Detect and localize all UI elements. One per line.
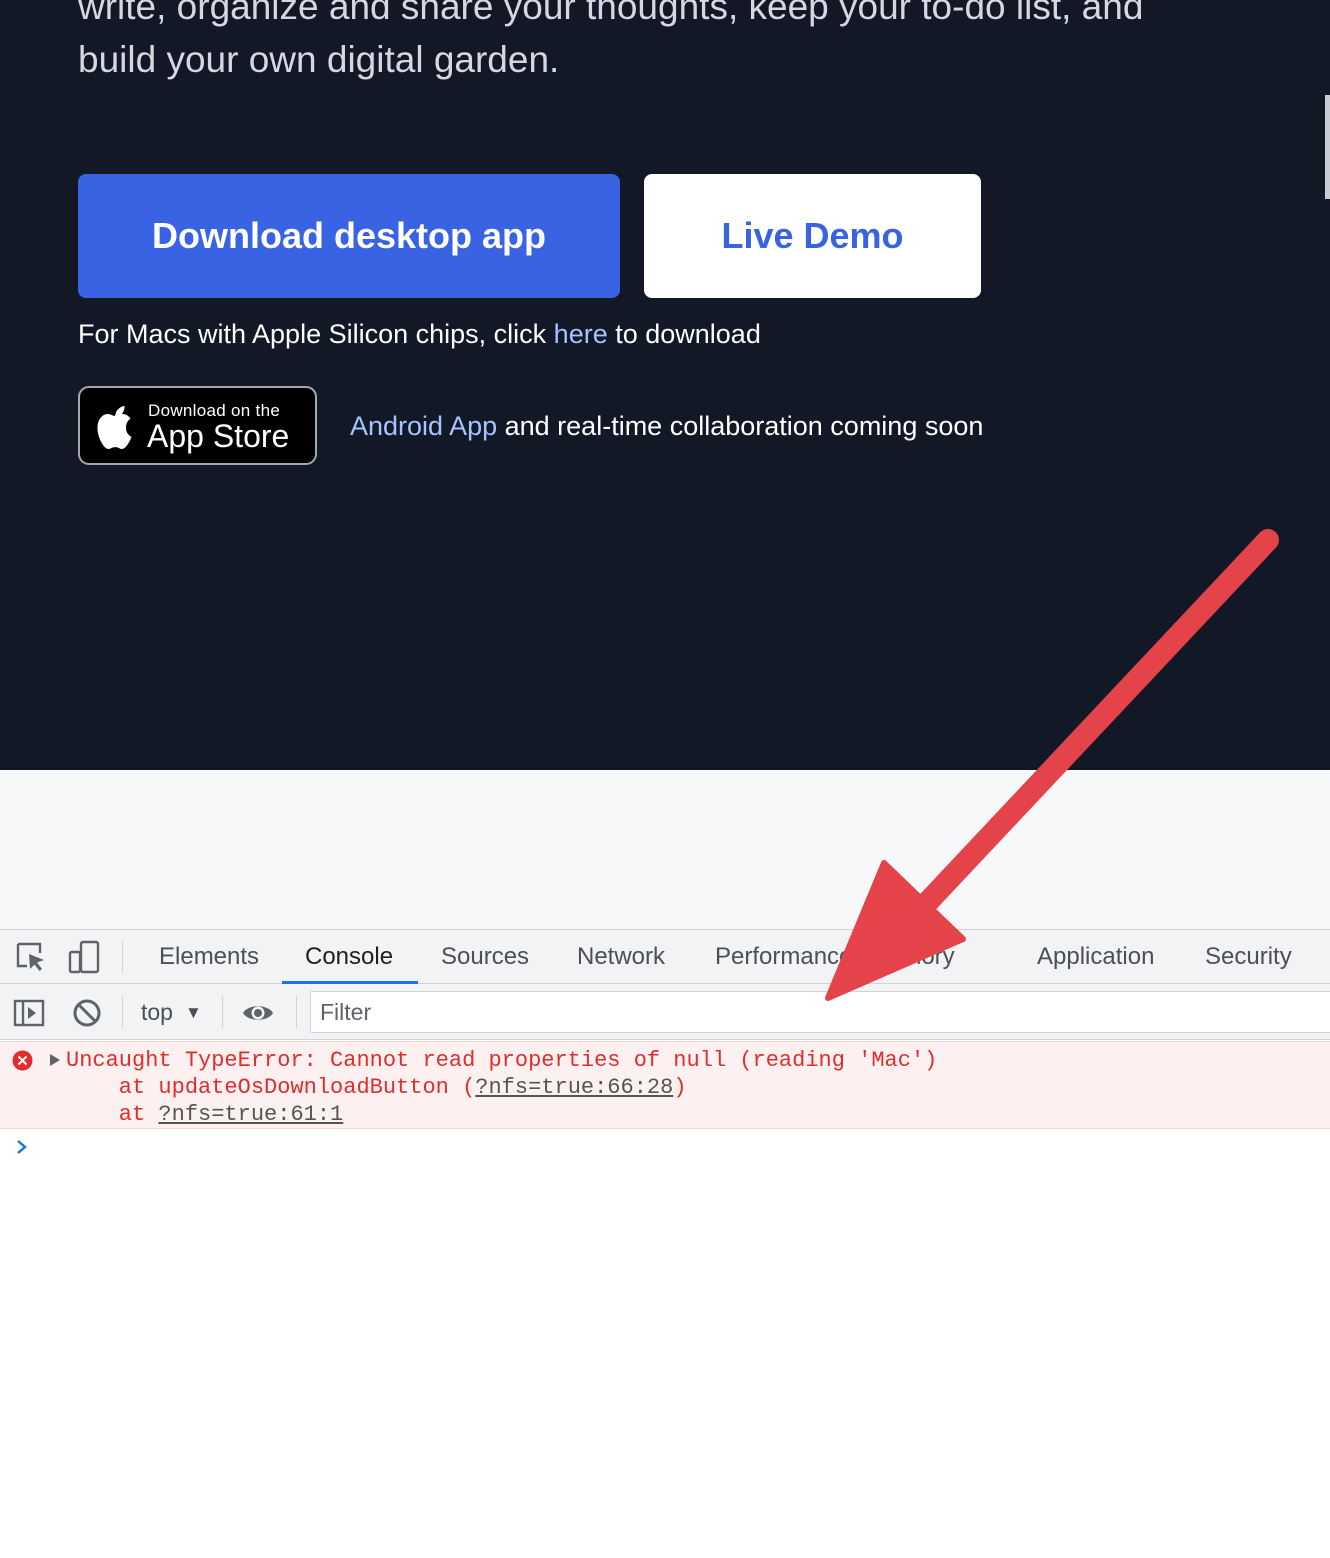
- live-demo-button[interactable]: Live Demo: [644, 174, 981, 298]
- context-selector[interactable]: top ▼: [141, 996, 202, 1028]
- error-text: Uncaught TypeError: Cannot read properti…: [66, 1048, 938, 1073]
- devtools-panel: Elements Console Sources Network Perform…: [0, 929, 1330, 1558]
- console-error-message: Uncaught TypeError: Cannot read properti…: [0, 1041, 1330, 1129]
- tab-network[interactable]: Network: [577, 930, 665, 984]
- inspect-element-icon[interactable]: [14, 940, 48, 974]
- tab-security[interactable]: Security: [1205, 930, 1292, 984]
- tabbar-separator: [122, 941, 123, 973]
- apple-icon: [97, 406, 132, 449]
- stack-trace-line-1: at updateOsDownloadButton (?nfs=true:66:…: [66, 1074, 687, 1101]
- device-toggle-icon[interactable]: [67, 940, 101, 974]
- scrollbar-thumb[interactable]: [1325, 95, 1330, 199]
- eye-icon[interactable]: [242, 997, 274, 1029]
- tab-application[interactable]: Application: [1037, 930, 1154, 984]
- expand-triangle-icon[interactable]: [49, 1053, 61, 1067]
- clear-console-icon[interactable]: [71, 997, 103, 1029]
- apple-silicon-prefix: For Macs with Apple Silicon chips, click: [78, 319, 554, 349]
- tab-elements[interactable]: Elements: [159, 930, 259, 984]
- context-value: top: [141, 999, 173, 1025]
- android-note: Android App and real-time collaboration …: [350, 409, 983, 443]
- tab-memory[interactable]: Memory: [868, 930, 955, 984]
- android-note-suffix: and real-time collaboration coming soon: [497, 411, 984, 441]
- android-app-link[interactable]: Android App: [350, 411, 497, 441]
- apple-silicon-suffix: to download: [607, 319, 761, 349]
- app-store-big-text: App Store: [147, 418, 290, 454]
- toolbar-separator: [296, 996, 297, 1028]
- stack-trace-2-prefix: at: [66, 1102, 159, 1127]
- console-filter-input[interactable]: [310, 991, 1330, 1033]
- hero-section: write, organize and share your thoughts,…: [0, 0, 1330, 770]
- tab-performance[interactable]: Performance: [715, 930, 852, 984]
- stack-trace-1-link[interactable]: ?nfs=true:66:28: [475, 1075, 673, 1100]
- dropdown-triangle-icon: ▼: [184, 1003, 202, 1022]
- tab-sources[interactable]: Sources: [441, 930, 529, 984]
- stack-trace-line-2: at ?nfs=true:61:1: [66, 1101, 343, 1128]
- apple-silicon-download-link[interactable]: here: [554, 319, 608, 349]
- toolbar-separator: [222, 996, 223, 1028]
- hero-intro: write, organize and share your thoughts,…: [78, 0, 1258, 86]
- error-icon: [12, 1050, 33, 1071]
- sidebar-toggle-icon[interactable]: [13, 997, 45, 1029]
- page: write, organize and share your thoughts,…: [0, 0, 1330, 1558]
- hero-intro-line-2: build your own digital garden.: [78, 39, 560, 80]
- toolbar-separator: [122, 996, 123, 1028]
- hero-intro-line-1: write, organize and share your thoughts,…: [78, 0, 1144, 27]
- app-store-badge[interactable]: Download on the App Store: [78, 386, 317, 465]
- page-lower-section: [0, 770, 1330, 929]
- tab-console[interactable]: Console: [305, 930, 393, 984]
- download-desktop-app-button[interactable]: Download desktop app: [78, 174, 620, 298]
- console-toolbar: top ▼: [0, 984, 1330, 1040]
- stack-trace-2-link[interactable]: ?nfs=true:61:1: [158, 1102, 343, 1127]
- apple-silicon-note: For Macs with Apple Silicon chips, click…: [78, 317, 761, 351]
- stack-trace-1-prefix: at updateOsDownloadButton (: [66, 1075, 476, 1100]
- console-prompt-icon[interactable]: [15, 1138, 29, 1156]
- devtools-tabbar: Elements Console Sources Network Perform…: [0, 930, 1330, 984]
- stack-trace-1-suffix: ): [673, 1075, 687, 1100]
